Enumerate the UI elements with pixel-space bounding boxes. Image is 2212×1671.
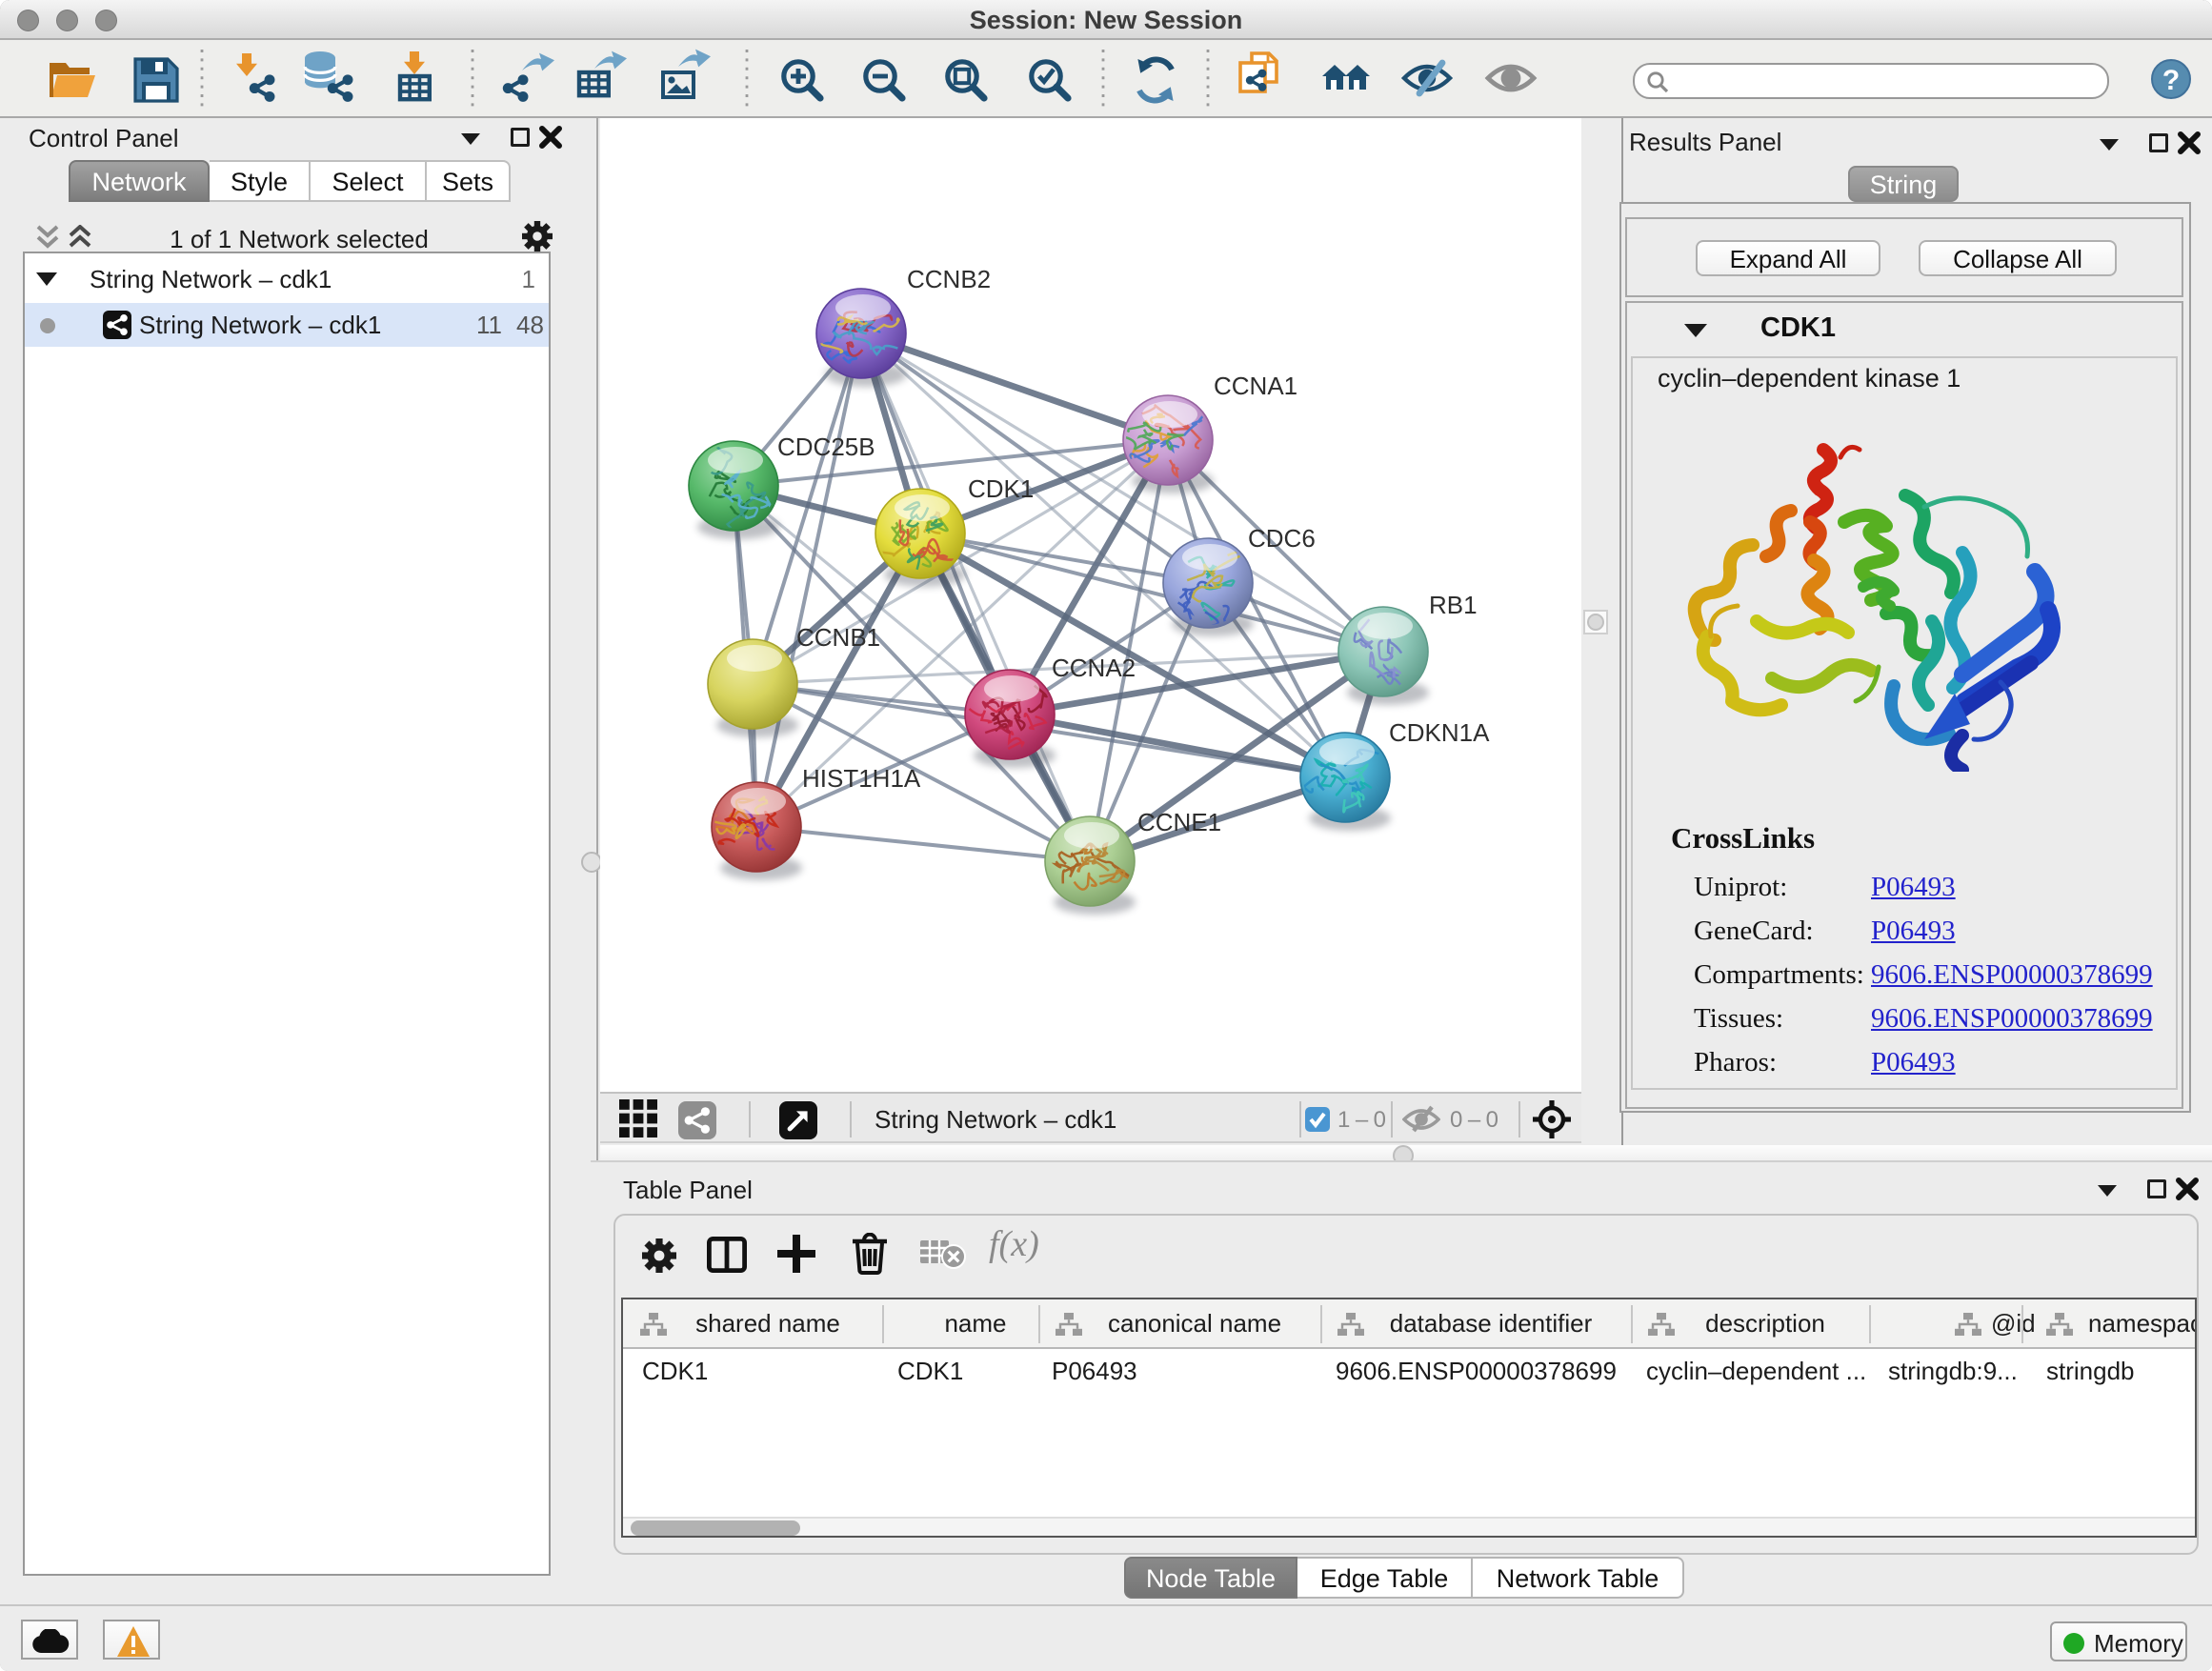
- svg-text:CDC6: CDC6: [1248, 524, 1316, 553]
- svg-text:CDKN1A: CDKN1A: [1389, 718, 1490, 747]
- svg-text:CCNA2: CCNA2: [1052, 654, 1136, 682]
- svg-text:CCNB2: CCNB2: [907, 265, 991, 293]
- svg-text:CDK1: CDK1: [968, 474, 1034, 503]
- svg-text:CCNA1: CCNA1: [1214, 372, 1297, 400]
- svg-text:RB1: RB1: [1429, 591, 1478, 619]
- svg-text:HIST1H1A: HIST1H1A: [802, 764, 921, 793]
- svg-text:CDC25B: CDC25B: [777, 433, 875, 461]
- svg-text:CCNE1: CCNE1: [1137, 808, 1221, 836]
- svg-text:CCNB1: CCNB1: [796, 623, 880, 652]
